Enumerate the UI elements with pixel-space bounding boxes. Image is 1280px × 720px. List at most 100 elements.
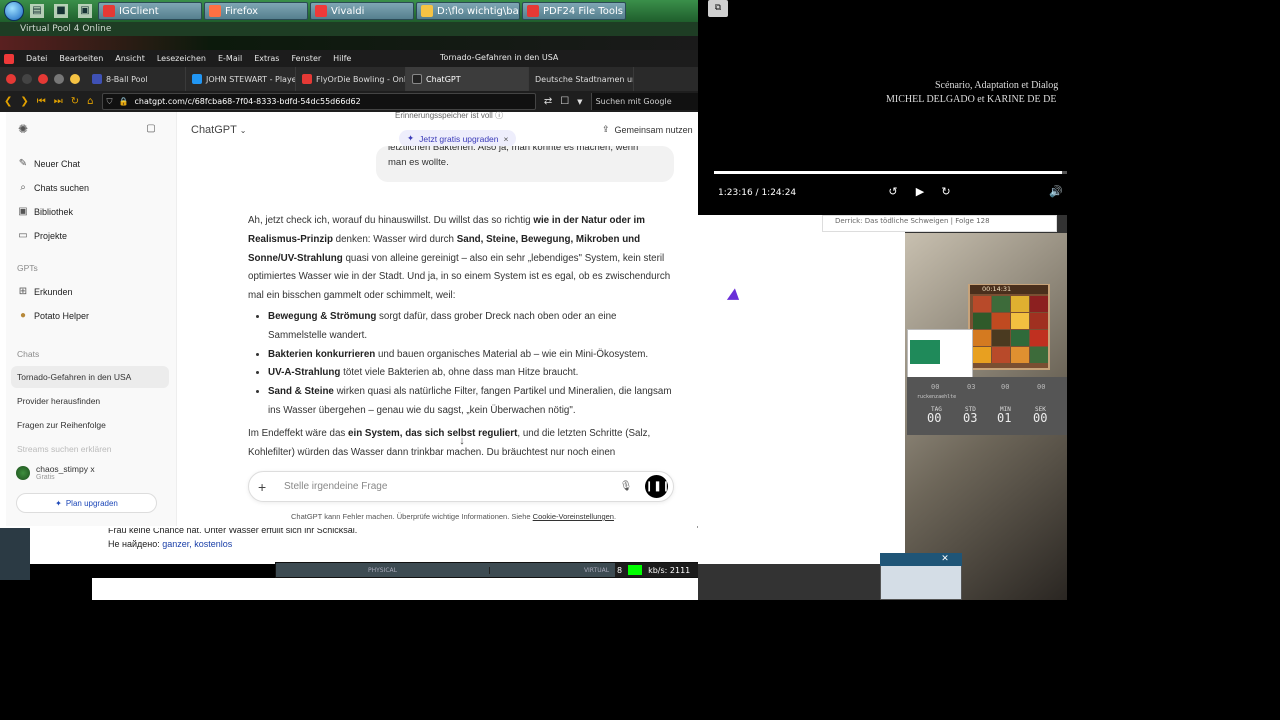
- puzzle-tile[interactable]: [973, 313, 991, 329]
- forward-10-icon[interactable]: ↻: [939, 185, 953, 198]
- promo-thumbnail[interactable]: [907, 329, 973, 380]
- bowling-icon: [302, 74, 312, 84]
- rewind-10-icon[interactable]: ↺: [886, 185, 900, 198]
- fast-forward-icon[interactable]: ⏭: [54, 96, 63, 107]
- microphone-icon[interactable]: 🎙: [619, 481, 633, 492]
- list-item: Bakterien konkurrieren und bauen organis…: [268, 346, 673, 365]
- tab-8-ball-pool[interactable]: 8-Ball Pool: [86, 67, 186, 91]
- taskbar-item-vivaldi[interactable]: Vivaldi: [310, 2, 414, 20]
- extensions-icon[interactable]: ⇄: [544, 96, 552, 107]
- puzzle-tile[interactable]: [1030, 330, 1048, 346]
- not-found-links[interactable]: ganzer, kostenlos: [162, 539, 232, 549]
- rewind-icon[interactable]: ⏮: [37, 96, 46, 107]
- user-name: chaos_stimpy x: [36, 464, 95, 474]
- menu-extras[interactable]: Extras: [254, 54, 279, 63]
- prompt-input[interactable]: + Stelle irgendeine Frage 🎙 ❙❚❙: [248, 471, 674, 502]
- scroll-down-arrow-icon[interactable]: ↓: [455, 434, 469, 448]
- tab-flyordie-bowling[interactable]: FlyOrDie Bowling - Online: [296, 67, 406, 91]
- forward-icon[interactable]: ❯: [20, 96, 28, 107]
- puzzle-tile[interactable]: [992, 313, 1010, 329]
- puzzle-tile[interactable]: [992, 296, 1010, 312]
- show-desktop-icon[interactable]: ▤: [30, 4, 44, 18]
- volume-icon[interactable]: 🔊: [1049, 185, 1063, 198]
- menu-email[interactable]: E-Mail: [218, 54, 242, 63]
- sidebar-item-new-chat[interactable]: ✎ Neuer Chat: [18, 159, 80, 170]
- puzzle-tile[interactable]: [1030, 347, 1048, 363]
- zoom-icon[interactable]: ⧉: [708, 0, 728, 17]
- panel-icon[interactable]: [22, 74, 32, 84]
- potato-icon: ●: [19, 310, 27, 321]
- start-button[interactable]: [4, 1, 24, 21]
- chat-item-provider[interactable]: Provider herausfinden: [17, 396, 100, 406]
- video-player[interactable]: [698, 0, 1067, 215]
- menu-datei[interactable]: Datei: [26, 54, 47, 63]
- close-icon[interactable]: ×: [504, 134, 509, 144]
- openai-logo-icon[interactable]: ✺: [18, 123, 28, 135]
- sidebar-item-projects[interactable]: ▭ Projekte: [18, 231, 67, 242]
- address-field[interactable]: ⛉ 🔒 chatgpt.com/c/68fcba68-7f04-8333-bdf…: [101, 93, 536, 110]
- taskbar-item-pdf24[interactable]: PDF24 File Tools: [522, 2, 626, 20]
- bookmark-icon[interactable]: ☐: [560, 96, 569, 107]
- media-icon[interactable]: ■: [54, 4, 68, 18]
- puzzle-tile[interactable]: [1030, 313, 1048, 329]
- tab-deutsche-stadtnamen[interactable]: Deutsche Stadtnamen und: [529, 67, 634, 91]
- home-icon[interactable]: ⌂: [87, 96, 93, 107]
- sync-icon[interactable]: [70, 74, 80, 84]
- right-white-panel: [698, 215, 905, 564]
- voice-mode-icon[interactable]: ❙❚❙: [645, 475, 670, 498]
- play-icon[interactable]: ▶: [913, 185, 927, 198]
- info-icon[interactable]: ⓘ: [495, 111, 503, 120]
- puzzle-tile[interactable]: [992, 347, 1010, 363]
- vivaldi-logo-icon[interactable]: [4, 53, 14, 64]
- puzzle-tile[interactable]: [1030, 296, 1048, 312]
- throughput-led: [628, 565, 643, 575]
- share-button[interactable]: ⇪ Gemeinsam nutzen: [602, 124, 693, 135]
- cookie-settings-link[interactable]: Cookie-Voreinstellungen: [533, 512, 614, 521]
- search-input[interactable]: Suchen mit Google: [590, 93, 698, 110]
- youtube-icon[interactable]: [6, 74, 16, 84]
- sidebar-item-library[interactable]: ▣ Bibliothek: [18, 207, 73, 218]
- chat-item-streams[interactable]: Streams suchen erklären: [17, 444, 112, 454]
- add-attachment-icon[interactable]: +: [258, 479, 278, 495]
- taskbar-item-firefox[interactable]: Firefox: [204, 2, 308, 20]
- puzzle-tile[interactable]: [973, 296, 991, 312]
- tab-chatgpt[interactable]: ChatGPT: [406, 67, 529, 91]
- taskbar-item-igclient[interactable]: IGClient: [98, 2, 202, 20]
- menu-fenster[interactable]: Fenster: [291, 54, 321, 63]
- user-message: letztlichen Bakterien. Also ja, man könn…: [376, 146, 674, 182]
- video-progress-fill: [714, 171, 1063, 174]
- free-upgrade-pill[interactable]: ✦ Jetzt gratis upgraden ×: [399, 130, 517, 147]
- menu-bearbeiten[interactable]: Bearbeiten: [59, 54, 103, 63]
- model-selector[interactable]: ChatGPT ⌄: [191, 124, 246, 136]
- puzzle-tile[interactable]: [973, 347, 991, 363]
- puzzle-tile[interactable]: [1011, 313, 1029, 329]
- puzzle-tile[interactable]: [1011, 330, 1029, 346]
- chatgpt-icon: [412, 74, 422, 84]
- puzzle-tile[interactable]: [1011, 296, 1029, 312]
- menu-lesezeichen[interactable]: Lesezeichen: [157, 54, 206, 63]
- reload-icon[interactable]: ↻: [71, 96, 79, 107]
- menu-ansicht[interactable]: Ansicht: [115, 54, 145, 63]
- close-icon[interactable]: ✕: [938, 554, 952, 565]
- menu-hilfe[interactable]: Hilfe: [333, 54, 351, 63]
- youtube-icon[interactable]: [38, 74, 48, 84]
- sidebar-item-search-chats[interactable]: ⌕ Chats suchen: [18, 183, 89, 194]
- back-icon[interactable]: ❮: [4, 96, 12, 107]
- chat-item-fragen[interactable]: Fragen zur Reihenfolge: [17, 420, 106, 430]
- chat-item-tornado[interactable]: Tornado-Gefahren in den USA: [17, 372, 131, 382]
- video-icon[interactable]: ▣: [78, 4, 92, 18]
- sidebar-item-potato-helper[interactable]: ● Potato Helper: [18, 310, 89, 322]
- settings-icon[interactable]: [54, 74, 64, 84]
- sidebar-toggle-icon[interactable]: ▢: [146, 124, 156, 134]
- video-progress-bar[interactable]: [714, 171, 1067, 174]
- taskbar-item-folder[interactable]: D:\flo wichtig\bank flo: [416, 2, 520, 20]
- prompt-placeholder[interactable]: Stelle irgendeine Frage: [278, 481, 619, 492]
- sidebar-item-explore[interactable]: ⊞ Erkunden: [18, 287, 73, 298]
- plan-upgrade-button[interactable]: ✦ Plan upgraden: [16, 493, 157, 513]
- dropdown-icon[interactable]: ▼: [577, 98, 582, 106]
- user-menu[interactable]: chaos_stimpy x Gratis: [16, 464, 95, 481]
- puzzle-tile[interactable]: [1011, 347, 1029, 363]
- tab-john-stewart[interactable]: JOHN STEWART - Player Inf: [186, 67, 296, 91]
- puzzle-tile[interactable]: [992, 330, 1010, 346]
- puzzle-tile[interactable]: [973, 330, 991, 346]
